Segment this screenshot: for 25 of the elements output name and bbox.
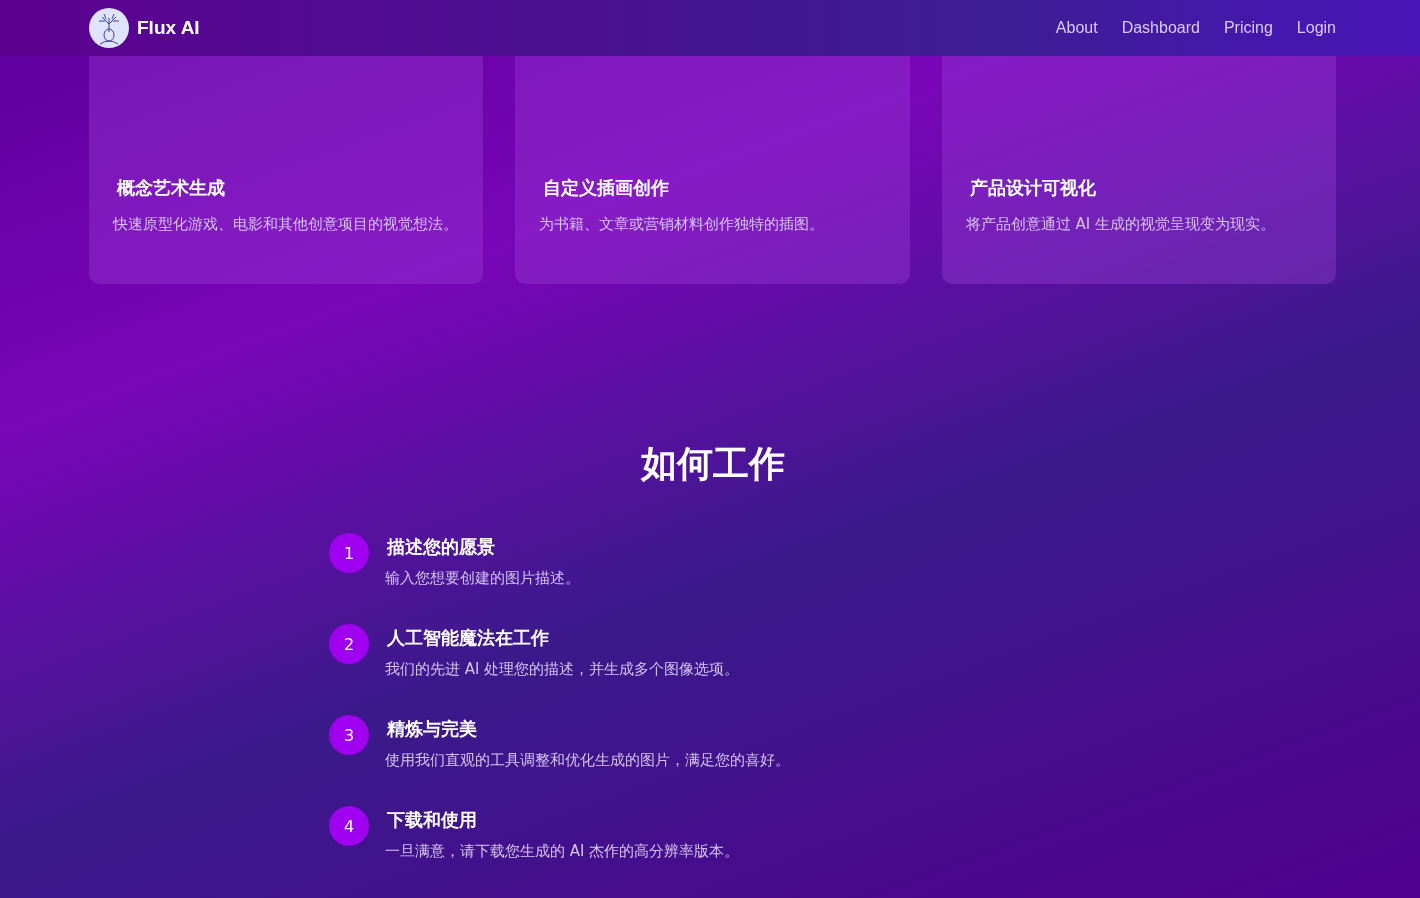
card-description: 将产品创意通过 AI 生成的视觉呈现变为现实。 (965, 214, 1276, 235)
card-title: 概念艺术生成 (115, 176, 226, 200)
step-number: 3 (329, 715, 369, 755)
step-title: 下载和使用 (387, 808, 477, 832)
card-description: 为书籍、文章或营销材料创作独特的插图。 (539, 214, 826, 235)
step-description: 一旦满意，请下载您生成的 AI 杰作的高分辨率版本。 (385, 842, 741, 861)
step-title: 精炼与完美 (387, 717, 477, 741)
nav-link[interactable]: About (1055, 19, 1098, 37)
nav-link[interactable]: Pricing (1223, 19, 1273, 37)
step-description: 输入您想要创建的图片描述。 (385, 569, 581, 588)
section-heading: 如何工作 (639, 442, 786, 486)
step-number: 4 (329, 806, 369, 846)
step-title: 人工智能魔法在工作 (387, 626, 549, 650)
step-number: 2 (329, 624, 369, 664)
card-description: 快速原型化游戏、电影和其他创意项目的视觉想法。 (113, 214, 459, 235)
brand-name[interactable]: Flux AI (137, 17, 200, 39)
card-title: 产品设计可视化 (968, 176, 1097, 200)
nav-link[interactable]: Login (1296, 19, 1336, 37)
step-description: 我们的先进 AI 处理您的描述，并生成多个图像选项。 (385, 660, 741, 679)
step-number: 1 (329, 533, 369, 573)
card-title: 自定义插画创作 (542, 176, 671, 200)
step-title: 描述您的愿景 (387, 535, 495, 559)
tree-head-logo-icon (89, 8, 129, 48)
step-description: 使用我们直观的工具调整和优化生成的图片，满足您的喜好。 (385, 751, 791, 770)
nav-link[interactable]: Dashboard (1121, 19, 1200, 37)
